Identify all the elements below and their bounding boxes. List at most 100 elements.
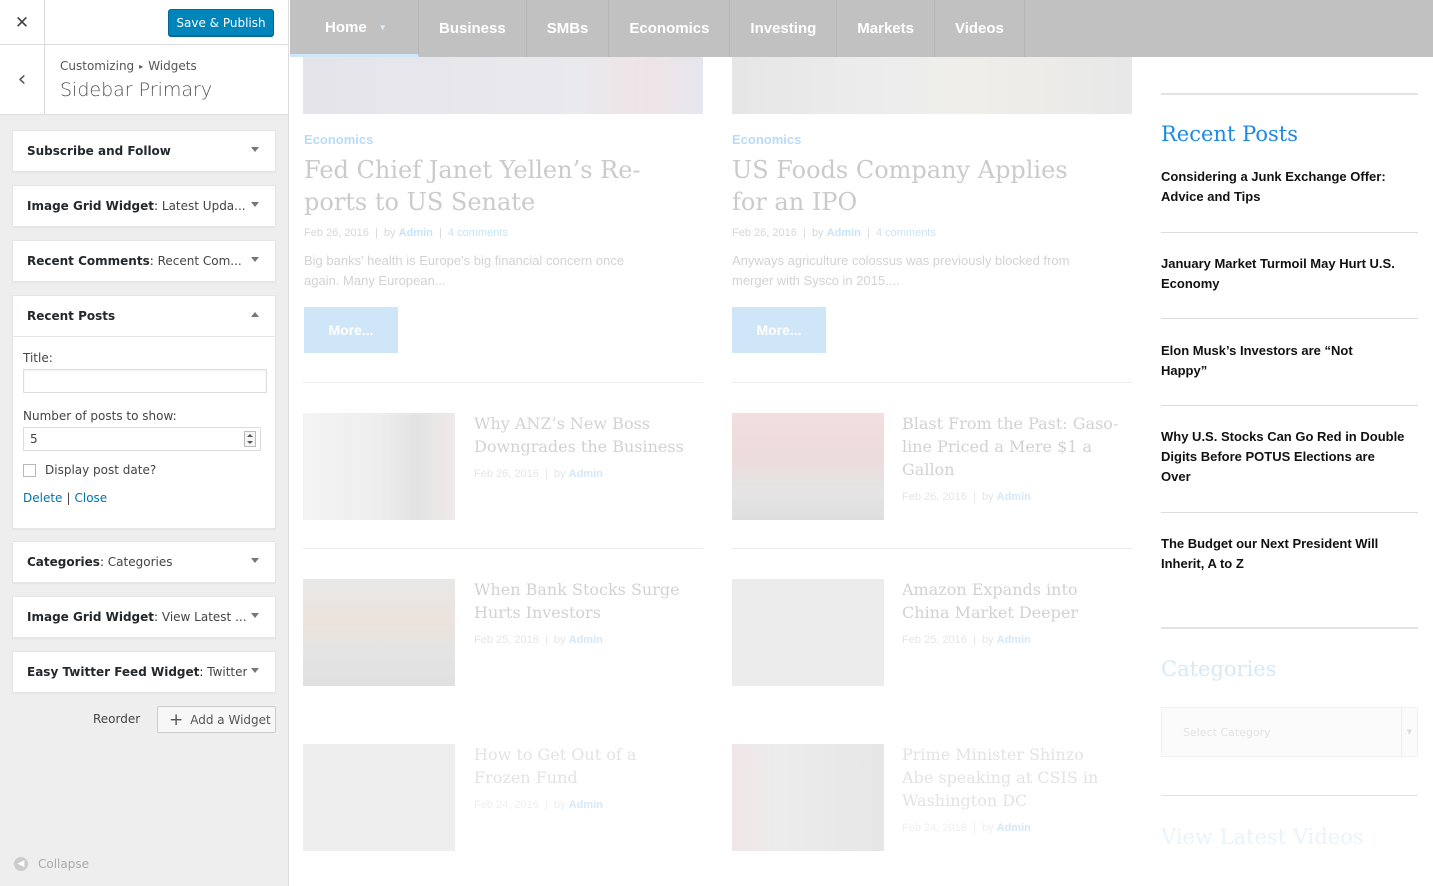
category-select[interactable]: Select Category ▼ <box>1161 707 1418 757</box>
read-more-button[interactable]: More... <box>304 307 398 353</box>
post-title[interactable]: Fed Chief Janet Yellen’s Re-ports to US … <box>304 154 699 218</box>
expand-arrow-icon[interactable] <box>251 202 259 207</box>
widget-twitter-feed[interactable]: Easy Twitter Feed Widget: Twitter <box>12 651 276 693</box>
excerpt-line: merger with Sysco in 2015.... <box>732 273 900 288</box>
recent-post-link[interactable]: The Budget our Next President Will Inheri… <box>1161 534 1421 574</box>
expand-arrow-icon[interactable] <box>251 668 259 673</box>
post-by: by <box>383 227 396 239</box>
excerpt-line: again. Many European... <box>304 273 446 288</box>
widget-image-grid-latest[interactable]: Image Grid Widget: Latest Upda... <box>12 185 276 227</box>
recent-post-link[interactable]: Considering a Junk Exchange Offer: Advice… <box>1161 167 1421 207</box>
post-thumbnail[interactable] <box>732 744 884 851</box>
section-header: ‹ Customizing ▸ Widgets Sidebar Primary <box>0 45 288 115</box>
widget-name: Subscribe and Follow <box>27 144 171 158</box>
nav-economics[interactable]: Economics <box>609 0 731 57</box>
customizer-panel: ✕ Save & Publish ‹ Customizing ▸ Widgets S… <box>0 0 289 886</box>
post-thumbnail[interactable] <box>303 744 455 851</box>
nav-smbs[interactable]: SMBs <box>527 0 610 57</box>
post-comments[interactable]: 4 comments <box>876 227 936 239</box>
nav-home[interactable]: Home ▼ <box>290 0 419 57</box>
nav-markets[interactable]: Markets <box>837 0 935 57</box>
post-title[interactable]: How to Get Out of a Frozen Fund <box>474 743 704 789</box>
widget-name: Recent Comments <box>27 254 150 268</box>
widget-subscribe-follow[interactable]: Subscribe and Follow <box>12 130 276 172</box>
expand-arrow-icon[interactable] <box>251 558 259 563</box>
title-line: line Priced a Mere $1 a <box>902 437 1093 456</box>
divider <box>1161 318 1418 319</box>
post-author[interactable]: Admin <box>997 491 1031 503</box>
nav-business[interactable]: Business <box>419 0 527 57</box>
post-title[interactable]: Prime Minister Shinzo Abe speaking at CSI… <box>902 743 1134 812</box>
collapse-arrow-icon[interactable] <box>251 312 259 317</box>
expand-arrow-icon[interactable] <box>251 613 259 618</box>
post-date: Feb 26, 2016 <box>732 227 797 239</box>
title-line: How to Get Out of a <box>474 745 637 764</box>
post-author[interactable]: Admin <box>997 822 1031 834</box>
spinner-icon[interactable] <box>244 431 256 447</box>
title-line: Why ANZ’s New Boss <box>474 414 650 433</box>
link-line: Economy <box>1161 276 1220 291</box>
post-title[interactable]: When Bank Stocks Surge Hurts Investors <box>474 578 704 624</box>
post-author[interactable]: Admin <box>827 227 861 239</box>
post-author[interactable]: Admin <box>569 634 603 646</box>
recent-post-link[interactable]: January Market Turmoil May Hurt U.S. Econ… <box>1161 254 1421 294</box>
display-date-checkbox[interactable] <box>23 463 36 477</box>
featured-image[interactable] <box>732 57 1132 114</box>
post-author[interactable]: Admin <box>399 227 433 239</box>
close-icon: ✕ <box>14 12 30 33</box>
nav-videos[interactable]: Videos <box>935 0 1025 57</box>
reorder-link[interactable]: Reorder <box>93 712 140 726</box>
divider <box>732 548 1132 549</box>
recent-post-link[interactable]: Elon Musk’s Investors are “Not Happy” <box>1161 341 1421 381</box>
widget-name: Recent Posts <box>27 309 116 323</box>
post-count-stepper[interactable]: 5 <box>23 427 261 451</box>
back-button[interactable]: ‹ <box>0 45 45 114</box>
widget-image-grid-videos[interactable]: Image Grid Widget: View Latest ... <box>12 596 276 638</box>
post-thumbnail[interactable] <box>732 579 884 686</box>
post-author[interactable]: Admin <box>569 468 603 480</box>
post-thumbnail[interactable] <box>732 413 884 520</box>
widget-name: Image Grid Widget <box>27 199 155 213</box>
post-thumbnail[interactable] <box>303 579 455 686</box>
post-comments[interactable]: 4 comments <box>448 227 508 239</box>
post-category[interactable]: Economics <box>732 132 801 147</box>
post-title[interactable]: Amazon Expands into China Market Deeper <box>902 578 1134 624</box>
post-category[interactable]: Economics <box>304 132 373 147</box>
delete-link[interactable]: Delete <box>23 491 62 505</box>
sidebar-divider <box>1161 627 1418 629</box>
post-meta: Feb 25, 2016 | by Admin <box>902 634 1031 646</box>
site-preview: Home ▼ Business SMBs Economics Investing … <box>290 0 1433 886</box>
post-title[interactable]: US Foods Company Applies for an IPO <box>732 154 1132 218</box>
add-widget-button[interactable]: + Add a Widget <box>157 706 276 733</box>
select-placeholder: Select Category <box>1183 726 1271 739</box>
post-by: by <box>981 634 994 646</box>
title-line: When Bank Stocks Surge <box>474 580 680 599</box>
widget-subtitle: Categories <box>107 555 173 569</box>
title-line: Prime Minister Shinzo <box>902 745 1084 764</box>
post-title[interactable]: Blast From the Past: Gaso-line Priced a … <box>902 412 1134 481</box>
post-thumbnail[interactable] <box>303 413 455 520</box>
post-date: Feb 26, 2016 <box>902 491 967 503</box>
widget-recent-posts: Recent Posts Title: Number of posts to s… <box>12 295 276 529</box>
chevron-down-icon: ▼ <box>378 22 387 32</box>
save-publish-button[interactable]: Save & Publish <box>168 9 274 36</box>
widget-recent-comments[interactable]: Recent Comments: Recent Com... <box>12 240 276 282</box>
close-link[interactable]: Close <box>74 491 107 505</box>
recent-post-link[interactable]: Why U.S. Stocks Can Go Red in Double Digi… <box>1161 427 1421 487</box>
widget-recent-posts-header[interactable]: Recent Posts <box>13 296 275 336</box>
expand-arrow-icon[interactable] <box>251 147 259 152</box>
title-input[interactable] <box>23 369 267 393</box>
featured-image[interactable] <box>303 57 703 114</box>
divider <box>303 382 703 383</box>
widget-categories[interactable]: Categories: Categories <box>12 541 276 583</box>
read-more-button[interactable]: More... <box>732 307 826 353</box>
post-author[interactable]: Admin <box>997 634 1031 646</box>
post-author[interactable]: Admin <box>569 799 603 811</box>
post-meta: Feb 26, 2016 | by Admin <box>902 491 1031 503</box>
close-customizer-button[interactable]: ✕ <box>0 0 45 45</box>
post-title[interactable]: Why ANZ’s New Boss Downgrades the Busines… <box>474 412 704 458</box>
nav-investing[interactable]: Investing <box>730 0 838 57</box>
expand-arrow-icon[interactable] <box>251 257 259 262</box>
post-by: by <box>811 227 824 239</box>
collapse-button[interactable]: ◀ Collapse <box>14 857 89 871</box>
